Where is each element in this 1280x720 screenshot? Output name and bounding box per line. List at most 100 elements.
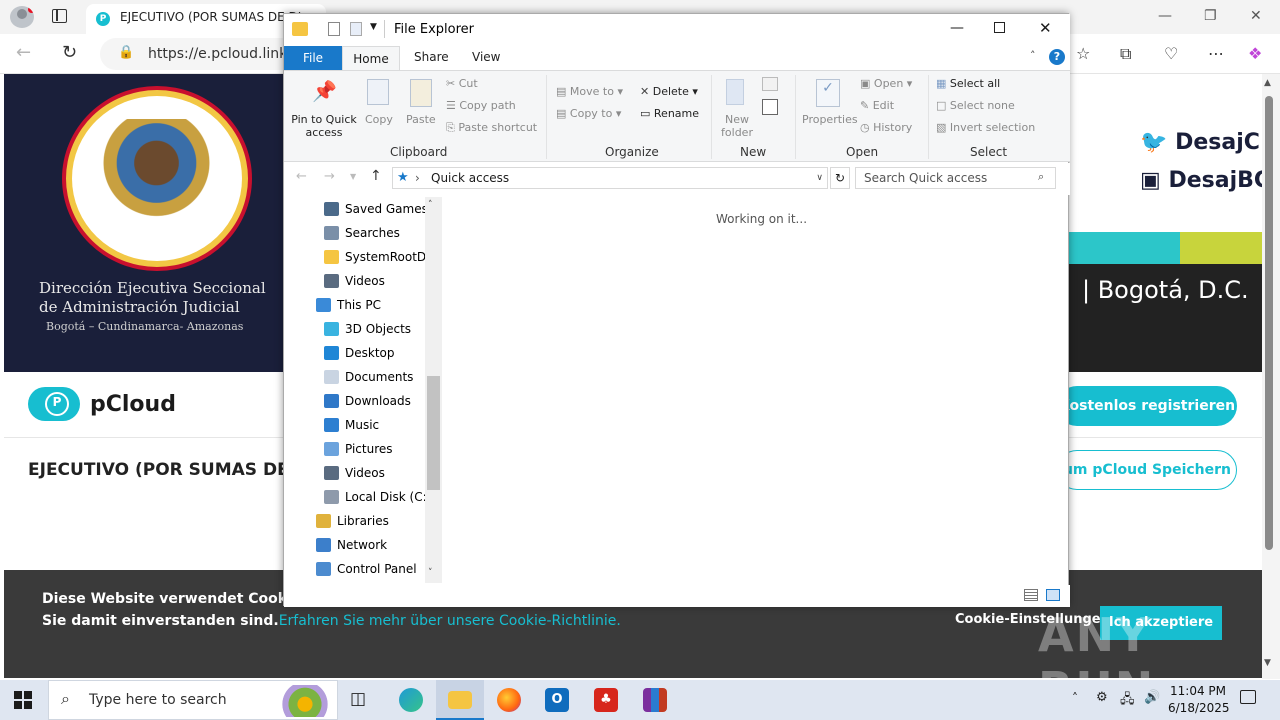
cut-button[interactable]: ✂ Cut [446,77,478,90]
nav-item[interactable]: This PC [316,293,381,317]
nav-item[interactable]: Pictures [324,437,393,461]
large-icons-view-icon[interactable] [1046,589,1060,601]
properties-quick-icon[interactable] [328,22,340,36]
explorer-titlebar[interactable]: ▼ File Explorer — ✕ [284,14,1070,46]
favorite-star-icon[interactable]: ☆ [1076,44,1090,63]
collections-icon[interactable]: ⧉ [1120,44,1131,64]
properties-button[interactable]: Properties [802,113,858,126]
new-folder-button[interactable]: New folder [720,113,754,139]
reload-icon[interactable]: ↻ [62,42,77,63]
nav-item[interactable]: Local Disk (C:) [324,485,431,509]
network-status-icon[interactable]: 🖧 [1120,690,1135,712]
tab-view[interactable]: View [472,50,500,64]
rename-button[interactable]: ▭ Rename [640,107,699,120]
nav-item[interactable]: Searches [324,221,400,245]
taskbar-search-box[interactable]: ⌕ Type here to search [48,680,338,720]
recent-locations-icon[interactable]: ▼ [350,172,356,181]
cookie-policy-link[interactable]: Erfahren Sie mehr über unsere Cookie-Ric… [279,613,621,629]
select-none-button[interactable]: □ Select none [936,99,1015,112]
address-dropdown-icon[interactable]: ∨ [816,168,823,188]
windows-start-icon[interactable] [14,691,32,709]
details-view-icon[interactable] [1024,589,1038,601]
nav-item[interactable]: Libraries [316,509,389,533]
tab-home[interactable]: Home [342,46,400,71]
nav-item[interactable]: Videos [324,461,385,485]
easy-access-icon[interactable] [762,99,778,115]
paste-shortcut-button[interactable]: ⎘ Paste shortcut [446,121,537,135]
move-to-button[interactable]: ▤ Move to ▾ [556,85,623,98]
file-explorer-taskbar-active[interactable] [436,680,484,720]
acrobat-icon[interactable]: ♣ [594,688,618,712]
invert-selection-button[interactable]: ▧ Invert selection [936,121,1035,134]
nav-item[interactable]: Control Panel [316,557,417,581]
edge-browser-icon[interactable] [399,688,423,712]
nav-item[interactable]: Documents [324,365,413,389]
new-folder-quick-icon[interactable] [350,22,362,36]
nav-item[interactable]: Network [316,533,387,557]
page-scrollbar-thumb[interactable] [1265,96,1273,550]
nav-item[interactable]: 3D Objects [324,317,411,341]
copy-to-button[interactable]: ▤ Copy to ▾ [556,107,621,120]
navigation-pane-scroll-thumb[interactable] [427,376,440,490]
paste-button[interactable]: Paste [406,113,436,126]
profile-avatar[interactable] [10,6,34,28]
lock-icon[interactable]: 🔒 [118,45,134,60]
system-clock[interactable]: 11:04 PM 6/18/2025 [1168,683,1230,717]
volume-icon[interactable]: 🔊 [1144,690,1160,705]
nav-item[interactable]: SystemRootDo [324,245,434,269]
nav-item[interactable]: Videos [324,269,385,293]
file-explorer-window[interactable]: ▼ File Explorer — ✕ File Home Share View… [283,13,1070,607]
tab-actions-icon[interactable] [52,9,67,23]
nav-back-icon[interactable]: ← [296,169,307,184]
new-item-icon[interactable] [762,77,778,91]
winrar-icon[interactable] [643,688,667,712]
nav-item[interactable]: Music [324,413,379,437]
copy-button[interactable]: Copy [365,113,393,126]
browser-restore-icon[interactable]: ❐ [1204,8,1217,24]
nav-item[interactable]: Downloads [324,389,411,413]
collapse-ribbon-icon[interactable]: ˄ [1030,49,1036,62]
history-button[interactable]: ◷ History [860,121,912,134]
nav-item[interactable]: Saved Games [324,197,428,221]
explorer-maximize-icon[interactable] [994,22,1005,33]
address-bar[interactable]: ★ › Quick access ∨ [392,167,828,189]
show-hidden-icons-icon[interactable]: ˄ [1072,691,1078,705]
tab-share[interactable]: Share [414,50,449,64]
scroll-up-arrow-icon[interactable]: ▲ [1264,78,1271,88]
notifications-icon[interactable] [1240,690,1256,704]
file-title: EJECUTIVO (POR SUMAS DE DI [28,460,284,480]
tab-file[interactable]: File [284,46,342,70]
pcloud-logo-icon[interactable] [28,387,80,421]
save-to-pcloud-button[interactable]: um pCloud Speichern [1057,450,1237,490]
explorer-minimize-icon[interactable]: — [950,20,964,36]
pcloud-brand[interactable]: pCloud [90,392,176,417]
edit-button[interactable]: ✎ Edit [860,99,894,112]
nav-up-icon[interactable]: ↑ [370,168,382,184]
browser-essentials-icon[interactable]: ♡ [1164,44,1178,63]
explorer-close-icon[interactable]: ✕ [1039,19,1052,37]
browser-close-icon[interactable]: ✕ [1250,8,1262,24]
explorer-search-input[interactable]: Search Quick access [855,167,1056,189]
more-menu-icon[interactable]: ⋯ [1208,44,1224,63]
pin-to-quick-access-button[interactable]: Pin to Quick access [290,113,358,139]
nav-scroll-up-icon[interactable]: ˄ [428,200,433,210]
firefox-icon[interactable] [497,688,521,712]
browser-minimize-icon[interactable]: — [1158,8,1172,24]
nav-forward-icon[interactable]: → [324,169,335,184]
refresh-icon[interactable]: ↻ [830,167,850,189]
task-view-icon[interactable]: ◫ [350,689,366,709]
open-button[interactable]: ▣ Open ▾ [860,77,912,90]
select-all-button[interactable]: ▦ Select all [936,77,1000,90]
breadcrumb-chevron-icon[interactable]: › [415,168,420,188]
back-arrow-icon[interactable]: ← [16,42,31,63]
nav-scroll-down-icon[interactable]: ˅ [428,568,433,578]
copy-path-button[interactable]: ☰ Copy path [446,99,516,112]
security-icon[interactable]: ⚙ [1096,690,1108,705]
copilot-icon[interactable]: ❖ [1248,44,1262,63]
delete-button[interactable]: ✕ Delete ▾ [640,85,698,98]
help-icon[interactable]: ? [1049,49,1065,65]
quick-access-toolbar-dropdown-icon[interactable]: ▼ [370,22,377,32]
outlook-icon[interactable]: O [545,688,569,712]
register-button[interactable]: Kostenlos registrieren [1057,386,1237,426]
nav-item[interactable]: Desktop [324,341,395,365]
